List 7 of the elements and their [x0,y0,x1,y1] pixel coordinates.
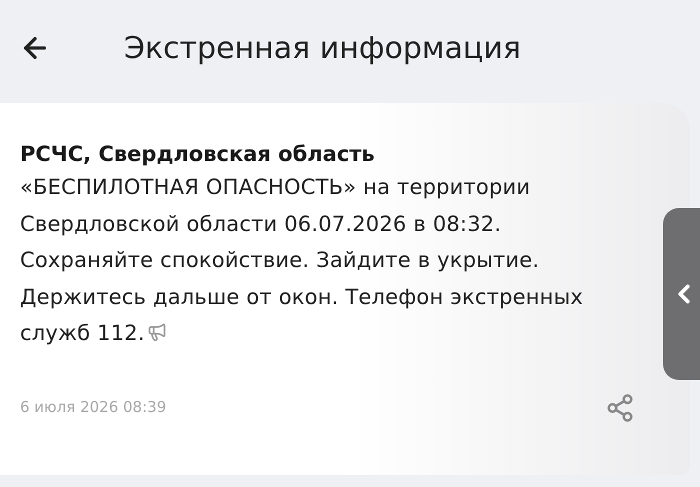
share-icon [605,392,635,422]
sender-name: РСЧС, Свердловская область [20,141,376,168]
message-text: «БЕСПИЛОТНАЯ ОПАСНОСТЬ» на территории Свердловской области 06.07.2026 в 08:32. Сохраняйте спокойствие. Зайдите в укрытие. Держитесь дальше от окон. Телефон экстренных служб 112. [20,174,584,347]
message-timestamp: 6 июля 2026 08:39 [20,397,166,418]
side-panel-handle[interactable] [663,208,700,380]
megaphone-icon [146,322,167,342]
page-title: Экстренная информация [124,30,521,68]
